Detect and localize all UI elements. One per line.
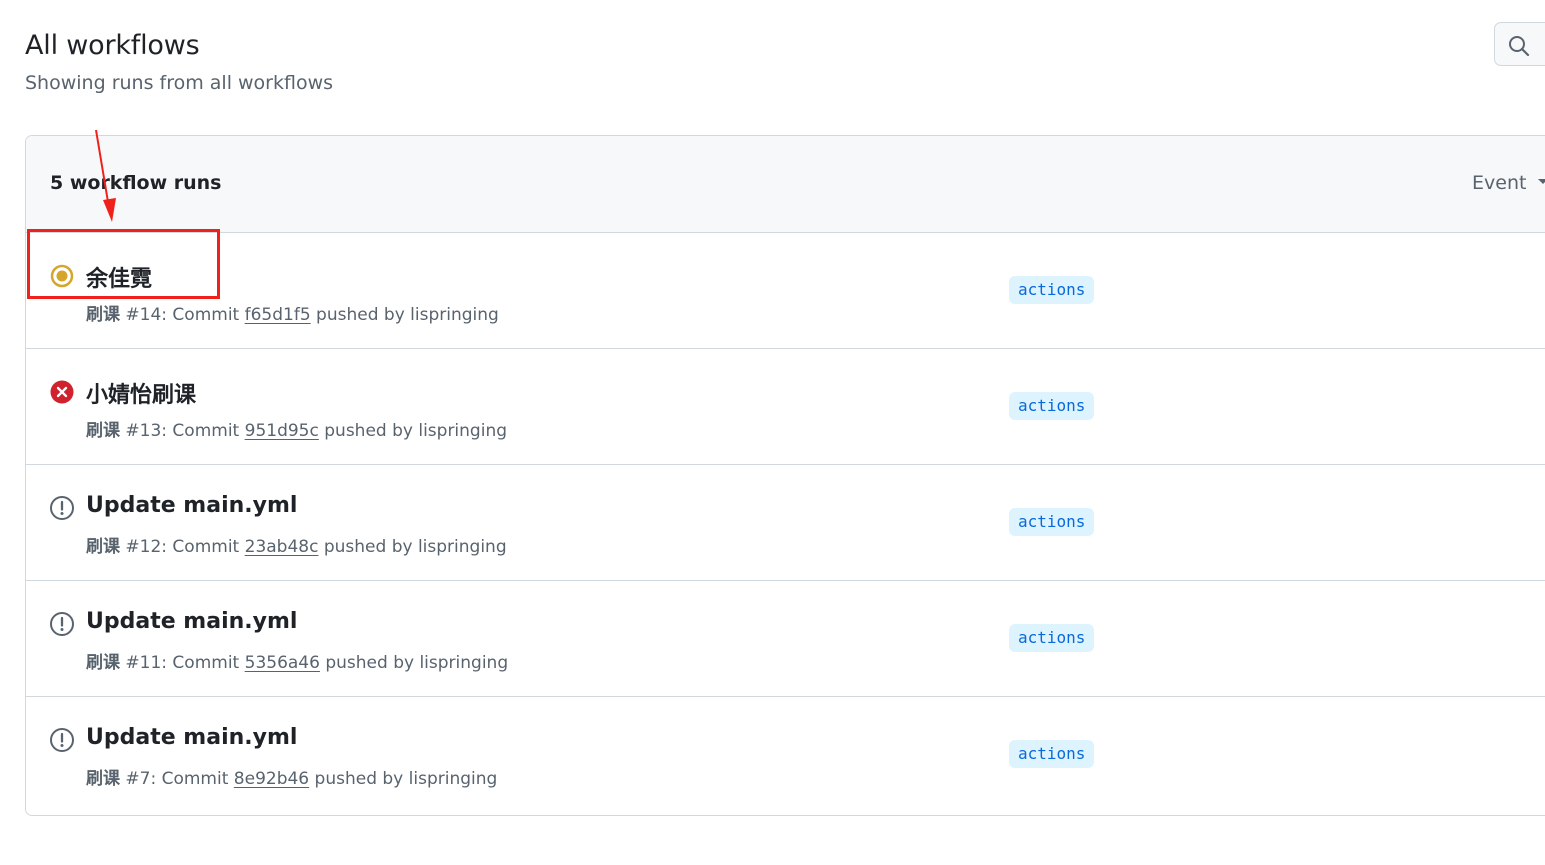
run-number: #12 [125,537,162,557]
workflow-run-row[interactable]: 小婧怡刷课 刷课 #13: Commit 951d95c pushed by l… [26,349,1545,465]
failure-status-icon [50,380,74,404]
caret-down-icon [1538,179,1545,184]
event-label[interactable]: actions [1009,392,1095,420]
commit-prefix: : Commit [161,305,245,325]
pushed-by: pushed by lispringing [319,653,509,673]
commit-link[interactable]: 23ab48c [245,537,319,557]
commit-link[interactable]: 8e92b46 [234,769,309,789]
run-meta: 刷课 #14: Commit f65d1f5 pushed by lisprin… [86,300,499,325]
pushed-by: pushed by lispringing [318,421,508,441]
commit-prefix: : Commit [161,537,245,557]
run-number: #7 [125,769,151,789]
commit-link[interactable]: 5356a46 [245,653,320,673]
pushed-by: pushed by lispringing [309,769,498,789]
workflow-name: 刷课 [86,769,120,789]
in-progress-status-icon [50,264,74,288]
run-meta: 刷课 #13: Commit 951d95c pushed by lisprin… [86,416,507,441]
run-title[interactable]: 小婧怡刷课 [86,377,196,409]
workflow-name: 刷课 [86,305,120,325]
event-filter-dropdown[interactable]: Event [1472,172,1545,194]
commit-prefix: : Commit [161,421,245,441]
commit-prefix: : Commit [161,653,245,673]
workflow-run-row[interactable]: 余佳霓 刷课 #14: Commit f65d1f5 pushed by lis… [26,233,1545,349]
workflow-name: 刷课 [86,421,120,441]
run-title[interactable]: Update main.yml [86,493,297,518]
runs-count: 5 workflow runs [50,172,222,194]
pushed-by: pushed by lispringing [310,305,499,325]
workflow-runs-list: 5 workflow runs Event 余佳霓 刷课 #14: Commit… [25,135,1545,816]
page-title: All workflows [25,30,200,61]
commit-link[interactable]: f65d1f5 [245,305,311,325]
run-title[interactable]: Update main.yml [86,609,297,634]
run-meta: 刷课 #11: Commit 5356a46 pushed by lisprin… [86,648,508,673]
runs-list-header: 5 workflow runs Event [26,136,1545,233]
run-number: #13 [125,421,162,441]
workflow-name: 刷课 [86,653,120,673]
event-label[interactable]: actions [1009,740,1095,768]
event-label[interactable]: actions [1009,276,1095,304]
commit-prefix: : Commit [150,769,234,789]
run-meta: 刷课 #12: Commit 23ab48c pushed by lisprin… [86,532,507,557]
event-label[interactable]: actions [1009,624,1095,652]
search-icon [1509,36,1530,57]
alert-status-icon [50,496,74,520]
alert-status-icon [50,612,74,636]
workflow-run-row[interactable]: Update main.yml 刷课 #7: Commit 8e92b46 pu… [26,697,1545,813]
workflow-run-row[interactable]: Update main.yml 刷课 #12: Commit 23ab48c p… [26,465,1545,581]
workflow-run-row[interactable]: Update main.yml 刷课 #11: Commit 5356a46 p… [26,581,1545,697]
workflow-name: 刷课 [86,537,120,557]
run-number: #14 [125,305,162,325]
event-filter-label: Event [1472,172,1527,194]
alert-status-icon [50,728,74,752]
commit-link[interactable]: 951d95c [245,421,319,441]
event-label[interactable]: actions [1009,508,1095,536]
search-button[interactable] [1494,22,1545,66]
run-title[interactable]: 余佳霓 [86,261,152,293]
workflows-page: All workflows Showing runs from all work… [0,0,1545,865]
run-number: #11 [125,653,162,673]
pushed-by: pushed by lispringing [318,537,507,557]
run-meta: 刷课 #7: Commit 8e92b46 pushed by lispring… [86,764,497,789]
run-title[interactable]: Update main.yml [86,725,297,750]
page-subtitle: Showing runs from all workflows [25,72,334,94]
